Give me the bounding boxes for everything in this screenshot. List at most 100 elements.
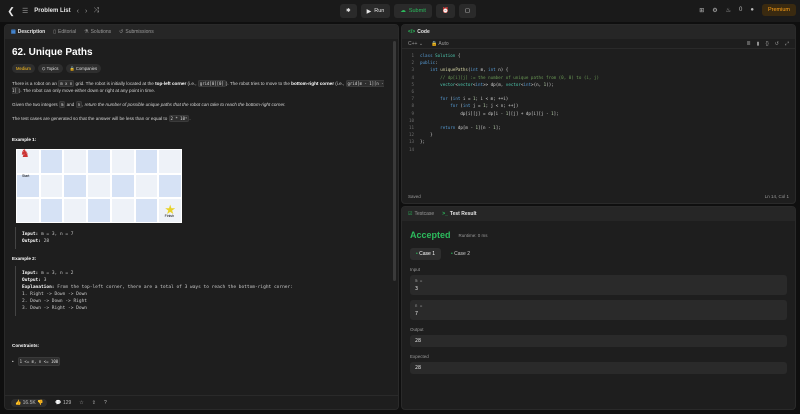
grid-cell (87, 173, 111, 199)
language-select[interactable]: C++ ⌄ (408, 41, 423, 47)
input-m-box: m = 3 (410, 275, 787, 295)
cursor-position: Ln 14, Col 1 (764, 194, 789, 199)
flask-icon: ⚗ (84, 29, 89, 35)
comment-icon: 💬 (55, 399, 62, 406)
next-problem-icon[interactable]: › (85, 8, 87, 15)
explanation-label: Explanation: (22, 285, 55, 290)
problem-list-link[interactable]: Problem List (34, 8, 70, 14)
example-line: Input: m = 3, n = 2 (22, 270, 385, 277)
text: and (65, 102, 76, 107)
example-1-block: Input: m = 3, n = 7 Output: 28 (15, 227, 391, 249)
text: ). The robot can only move either down o… (18, 88, 156, 93)
tab-code[interactable]: </> Code (408, 29, 430, 35)
premium-button[interactable]: Premium (761, 4, 796, 16)
grid-cell (110, 198, 135, 223)
param-value: 3 (415, 286, 419, 292)
reset-icon[interactable]: ↺ (775, 41, 779, 47)
timer-button[interactable]: ⏰ (435, 4, 455, 18)
text: Given the two integers (12, 102, 59, 107)
leetcode-logo-icon[interactable]: ❮ (6, 6, 16, 16)
cloud-upload-icon: ☁ (400, 8, 406, 14)
dot-icon: • (416, 251, 418, 257)
streak-fire-icon[interactable]: ♨ (726, 7, 731, 14)
case-2-tab[interactable]: • Case 2 (445, 248, 476, 260)
input-label: Input: (22, 232, 39, 237)
output-label: Output: (22, 278, 41, 283)
tab-label: Editorial (58, 29, 77, 35)
tab-submissions[interactable]: ↺ Submissions (119, 29, 154, 35)
thumbs-down-icon: 👎 (37, 399, 44, 406)
expected-section-label: Expected (410, 354, 429, 359)
document-icon: ▤ (11, 29, 16, 35)
text: There is a robot on an (12, 81, 59, 86)
list-icon[interactable]: ☰ (22, 7, 28, 15)
text: ). The robot tries to move to the (225, 81, 292, 86)
help-icon[interactable]: ? (104, 400, 107, 406)
paragraph-1: There is a robot on an m x n grid. The r… (12, 80, 391, 94)
text: grid. The robot is initially located at … (74, 81, 156, 86)
bookmark-icon[interactable]: ▮ (757, 41, 760, 47)
tab-testcase[interactable]: ☑ Testcase (408, 211, 434, 217)
tab-description[interactable]: ▤ Description (11, 29, 45, 35)
layout-icon[interactable]: ⊞ (699, 7, 704, 14)
language-label: C++ (408, 40, 418, 47)
text: (i.e., (334, 81, 346, 86)
example-line: Explanation: From the top-left corner, t… (22, 284, 385, 291)
prev-problem-icon[interactable]: ‹ (77, 8, 79, 15)
problem-description: 62. Unique Paths Medium ⌬ Topics 🔒 Compa… (5, 39, 398, 372)
auto-mode[interactable]: 🔒 Auto (431, 41, 449, 47)
explanation-value: From the top-left corner, there are a to… (57, 285, 293, 290)
run-button[interactable]: ▶ Run (360, 4, 391, 18)
paragraph-3: The test cases are generated so that the… (12, 115, 391, 122)
grid-cell (63, 198, 88, 223)
companies-button[interactable]: 🔒 Companies (65, 64, 102, 73)
grid-cell (87, 149, 111, 174)
topics-button[interactable]: ⌬ Topics (37, 64, 63, 73)
case-label: Case 2 (454, 251, 470, 257)
tab-test-result[interactable]: >_ Test Result (442, 211, 476, 217)
code-tabs: </> Code (402, 25, 795, 39)
code-editor[interactable]: 1 2 3 4 5 6 7 8 9 10 11 12 13 14 class Solution { pub… (402, 49, 795, 153)
case-1-tab[interactable]: • Case 1 (410, 248, 441, 260)
example-2-title: Example 2: (12, 256, 37, 261)
terminal-icon: >_ (442, 211, 448, 217)
input-label: Input: (22, 271, 39, 276)
grid-cell (134, 198, 159, 223)
result-header: Accepted Runtime: 0 ms (402, 221, 795, 240)
shuffle-icon[interactable]: ⤨ (93, 7, 99, 15)
bug-icon: ✱ (346, 8, 351, 14)
expand-icon[interactable]: ⤢ (785, 41, 789, 47)
notes-button[interactable]: ▢ (458, 4, 477, 18)
thumbs-up-icon: 👍 (15, 399, 22, 406)
like-button[interactable]: 👍 16.5K 👎 (11, 398, 48, 407)
settings-icon[interactable]: ⚙ (712, 7, 717, 14)
tab-label: Solutions (90, 29, 112, 35)
output-label: Output: (22, 239, 41, 244)
tab-solutions[interactable]: ⚗ Solutions (84, 29, 111, 35)
braces-icon[interactable]: {} (765, 41, 768, 47)
grid-cell (134, 173, 159, 199)
saved-status: Saved (408, 194, 421, 199)
note-icon: ▢ (464, 8, 471, 14)
grid-cell (158, 173, 182, 199)
difficulty-badge: Medium (12, 64, 35, 73)
output-section-label: Output (410, 327, 424, 332)
star-icon: ★ (164, 202, 176, 217)
paragraph-2: Given the two integers m and n, return t… (12, 101, 391, 108)
star-favorite-icon[interactable]: ☆ (79, 400, 83, 406)
lock-icon: 🔒 (69, 66, 75, 71)
scrollbar[interactable] (393, 41, 396, 281)
param-name: m = (415, 278, 423, 283)
avatar[interactable]: ● (750, 7, 754, 13)
debug-button[interactable]: ✱ (340, 4, 357, 18)
tab-editorial[interactable]: ▯ Editorial (53, 29, 76, 35)
comments-button[interactable]: 💬 129 (55, 400, 71, 406)
submit-label: Submit (408, 8, 426, 14)
like-count: 16.5K (22, 399, 36, 406)
submit-button[interactable]: ☁ Submit (394, 4, 432, 18)
constraint-item: • 1 <= m, n <= 100 (12, 357, 391, 366)
tab-label: Testcase (414, 211, 435, 217)
note-icon[interactable]: ≣ (746, 41, 750, 47)
share-icon[interactable]: ⇪ (92, 400, 96, 406)
text: (i.e., (186, 81, 198, 86)
